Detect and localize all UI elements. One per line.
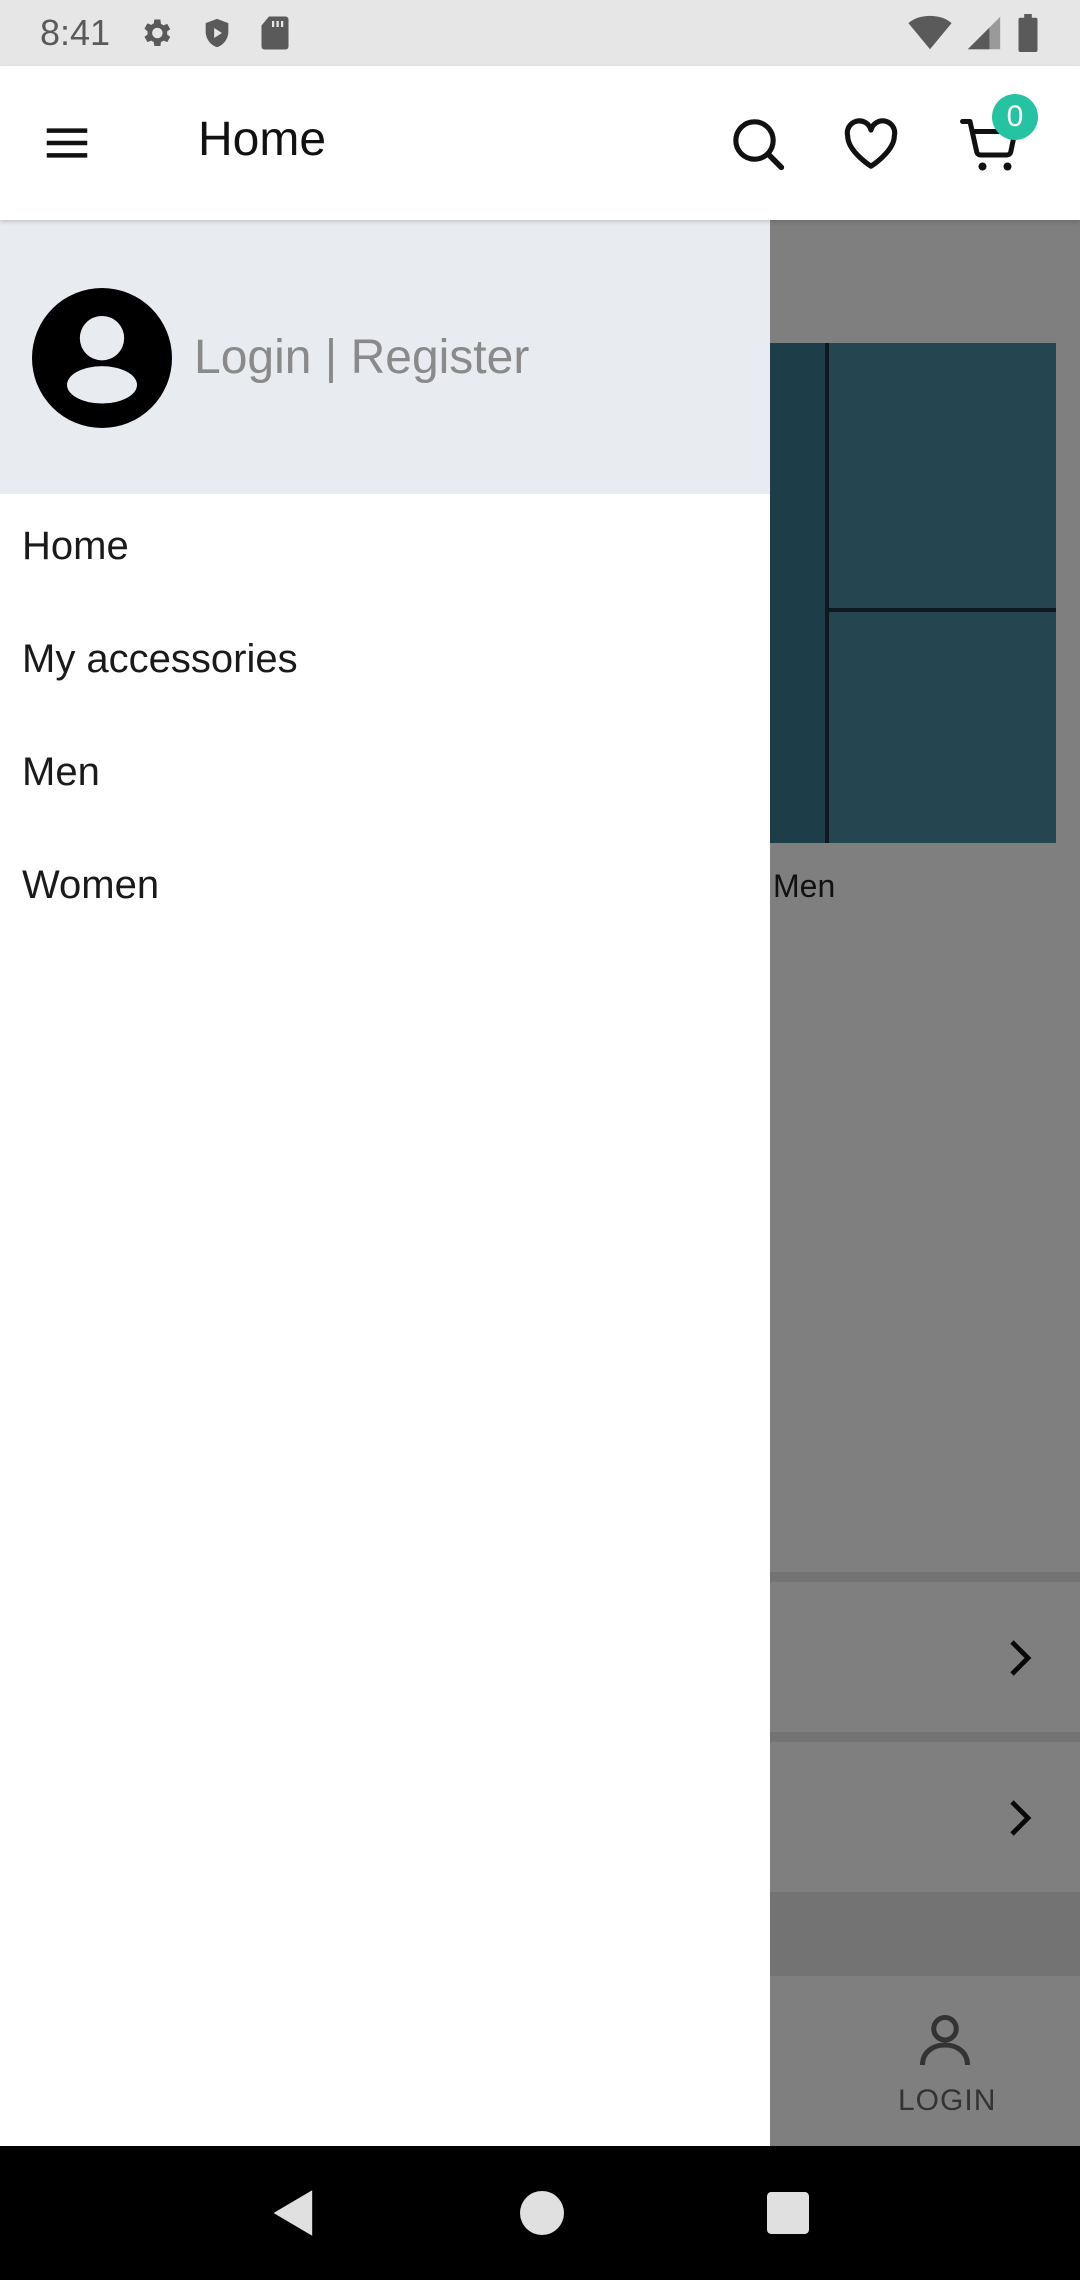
app-bar: Home 0 <box>0 66 1080 220</box>
back-icon[interactable] <box>271 2188 317 2238</box>
sd-card-icon <box>261 16 289 50</box>
account-circle-icon[interactable] <box>32 288 172 428</box>
status-icons-right <box>908 14 1040 52</box>
status-bar: 8:41 <box>0 0 1080 66</box>
heart-icon[interactable] <box>843 118 899 170</box>
page-title: Home <box>198 113 327 166</box>
recents-icon[interactable] <box>766 2192 809 2234</box>
drawer-item-my-accessories[interactable]: My accessories <box>22 637 298 682</box>
system-nav-bar <box>0 2146 1080 2280</box>
gear-icon <box>144 19 171 47</box>
hamburger-menu-icon[interactable] <box>40 116 94 170</box>
shield-play-icon <box>205 18 229 48</box>
drawer-item-home[interactable]: Home <box>22 524 129 569</box>
navigation-drawer: Login | Register Home My accessories Men… <box>0 220 770 2146</box>
drawer-item-men[interactable]: Men <box>22 750 100 795</box>
search-icon[interactable] <box>730 116 786 172</box>
drawer-header: Login | Register <box>0 220 770 494</box>
login-register-link[interactable]: Login | Register <box>194 330 529 385</box>
status-time: 8:41 <box>40 12 111 53</box>
cart-count-badge: 0 <box>992 94 1038 140</box>
battery-icon <box>1018 14 1038 52</box>
drawer-item-women[interactable]: Women <box>22 863 159 908</box>
home-icon[interactable] <box>519 2191 564 2235</box>
wifi-icon <box>908 15 952 50</box>
signal-icon <box>967 16 1001 50</box>
status-icons-left <box>138 15 290 51</box>
